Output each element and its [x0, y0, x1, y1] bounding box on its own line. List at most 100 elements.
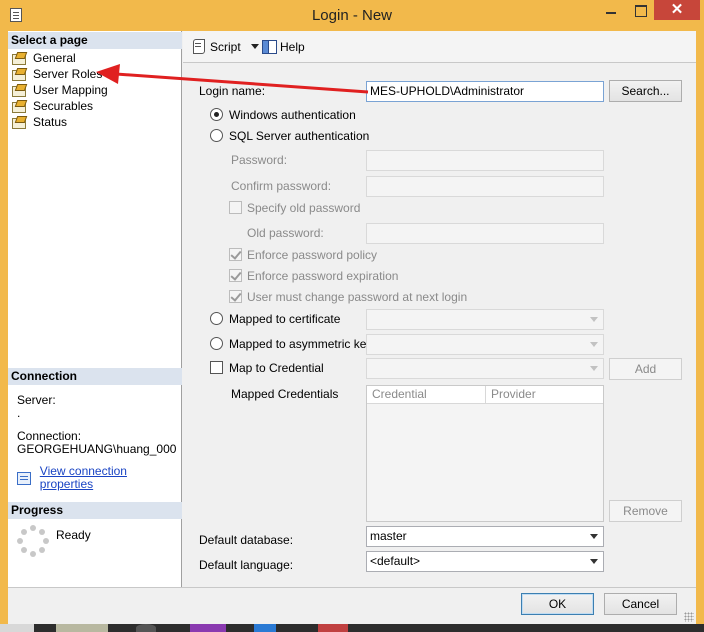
mapped-to-certificate-label: Mapped to certificate	[229, 312, 341, 326]
dialog-client-area: Select a page General Server Roles User …	[8, 31, 696, 624]
progress-heading: Progress	[8, 502, 182, 519]
default-database-value: master	[370, 529, 407, 543]
view-connection-properties-link[interactable]: View connection properties	[17, 465, 181, 491]
script-button[interactable]: Script	[191, 39, 259, 54]
left-panel: Select a page General Server Roles User …	[8, 31, 182, 587]
old-password-input[interactable]	[366, 223, 604, 244]
page-item-label: General	[33, 51, 76, 65]
specify-old-password-label: Specify old password	[247, 201, 361, 215]
default-database-select[interactable]: master	[366, 526, 604, 547]
taskbar-item[interactable]	[136, 624, 156, 632]
close-button[interactable]: ✕	[654, 0, 700, 20]
mapped-credentials-label: Mapped Credentials	[231, 387, 339, 401]
cancel-button[interactable]: Cancel	[604, 593, 677, 615]
chevron-down-icon	[590, 317, 598, 322]
windows-auth-radio[interactable]	[210, 108, 223, 121]
progress-status: Ready	[56, 528, 91, 542]
server-label: Server:	[17, 393, 56, 407]
old-password-label: Old password:	[247, 226, 324, 240]
default-language-select[interactable]: <default>	[366, 551, 604, 572]
page-item-label: Securables	[33, 99, 94, 113]
certificate-select[interactable]	[366, 309, 604, 330]
must-change-label: User must change password at next login	[247, 290, 468, 304]
default-language-label: Default language:	[199, 558, 294, 572]
grid-header: Credential Provider	[367, 386, 603, 404]
login-new-window: Login - New ✕ Select a page General Serv…	[0, 0, 704, 624]
connection-value: GEORGEHUANG\huang_000	[17, 442, 177, 456]
enforce-policy-label: Enforce password policy	[247, 248, 378, 262]
windows-auth-label: Windows authentication	[229, 108, 356, 122]
properties-icon	[17, 471, 31, 485]
general-page-form: Login name: MES-UPHOLD\Administrator Sea…	[183, 64, 696, 587]
login-name-input[interactable]: MES-UPHOLD\Administrator	[366, 81, 604, 102]
page-item-user-mapping[interactable]: User Mapping	[11, 82, 108, 98]
taskbar-item[interactable]	[254, 624, 276, 632]
mapped-to-asymmetric-key-radio[interactable]	[210, 337, 223, 350]
add-credential-button[interactable]: Add	[609, 358, 682, 380]
resize-grip-icon[interactable]	[684, 612, 694, 622]
sql-auth-radio[interactable]	[210, 129, 223, 142]
password-label: Password:	[231, 153, 288, 167]
mapped-credentials-grid[interactable]: Credential Provider	[366, 385, 604, 522]
maximize-button[interactable]	[626, 0, 654, 20]
asymmetric-key-select[interactable]	[366, 334, 604, 355]
search-button[interactable]: Search...	[609, 80, 682, 102]
page-item-label: Server Roles	[33, 67, 103, 81]
page-item-securables[interactable]: Securables	[11, 98, 108, 114]
password-input[interactable]	[366, 150, 604, 171]
default-language-value: <default>	[370, 554, 421, 568]
chevron-down-icon	[590, 366, 598, 371]
taskbar	[0, 624, 704, 632]
chevron-down-icon	[590, 534, 598, 539]
help-label: Help	[280, 39, 305, 54]
specify-old-password-checkbox[interactable]	[229, 201, 242, 214]
help-button[interactable]: Help	[261, 39, 305, 54]
page-item-general[interactable]: General	[11, 50, 108, 66]
mapped-to-asymmetric-key-label: Mapped to asymmetric key	[229, 337, 373, 351]
page-item-label: User Mapping	[33, 83, 108, 97]
taskbar-item[interactable]	[190, 624, 226, 632]
page-wrench-icon	[11, 116, 27, 129]
page-wrench-icon	[11, 100, 27, 113]
page-item-status[interactable]: Status	[11, 114, 108, 130]
enforce-expiration-checkbox[interactable]	[229, 269, 242, 282]
taskbar-item[interactable]	[0, 624, 34, 632]
progress-spinner-icon	[17, 525, 49, 557]
chevron-down-icon	[590, 342, 598, 347]
taskbar-item[interactable]	[318, 624, 348, 632]
connection-heading: Connection	[8, 368, 182, 385]
select-page-heading: Select a page	[8, 32, 182, 49]
enforce-expiration-label: Enforce password expiration	[247, 269, 399, 283]
map-to-credential-checkbox[interactable]	[210, 361, 223, 374]
login-name-label: Login name:	[199, 84, 266, 98]
credential-column-header[interactable]: Credential	[367, 386, 486, 403]
script-label: Script	[210, 39, 241, 54]
server-value: .	[17, 406, 21, 420]
confirm-password-label: Confirm password:	[231, 179, 332, 193]
page-wrench-icon	[11, 68, 27, 81]
connection-info: Server: . Connection: GEORGEHUANG\huang_…	[17, 394, 181, 491]
provider-column-header[interactable]: Provider	[486, 386, 536, 403]
footer-divider	[8, 587, 696, 588]
remove-credential-button[interactable]: Remove	[609, 500, 682, 522]
enforce-policy-checkbox[interactable]	[229, 248, 242, 261]
view-connection-link-text[interactable]: View connection properties	[40, 465, 181, 491]
minimize-button[interactable]	[596, 0, 626, 20]
credential-select[interactable]	[366, 358, 604, 379]
ok-button[interactable]: OK	[521, 593, 594, 615]
page-item-label: Status	[33, 115, 68, 129]
page-list: General Server Roles User Mapping Secura…	[11, 50, 108, 130]
confirm-password-input[interactable]	[366, 176, 604, 197]
toolbar: Script Help	[183, 31, 696, 63]
page-wrench-icon	[11, 52, 27, 65]
help-book-icon	[261, 39, 277, 54]
sql-auth-label: SQL Server authentication	[229, 129, 370, 143]
script-dropdown-arrow-icon[interactable]	[250, 44, 259, 49]
default-database-label: Default database:	[199, 533, 294, 547]
must-change-checkbox[interactable]	[229, 290, 242, 303]
mapped-to-certificate-radio[interactable]	[210, 312, 223, 325]
map-to-credential-label: Map to Credential	[229, 361, 324, 375]
title-bar[interactable]: Login - New ✕	[0, 0, 704, 31]
taskbar-item-active[interactable]	[56, 624, 108, 632]
page-item-server-roles[interactable]: Server Roles	[11, 66, 108, 82]
